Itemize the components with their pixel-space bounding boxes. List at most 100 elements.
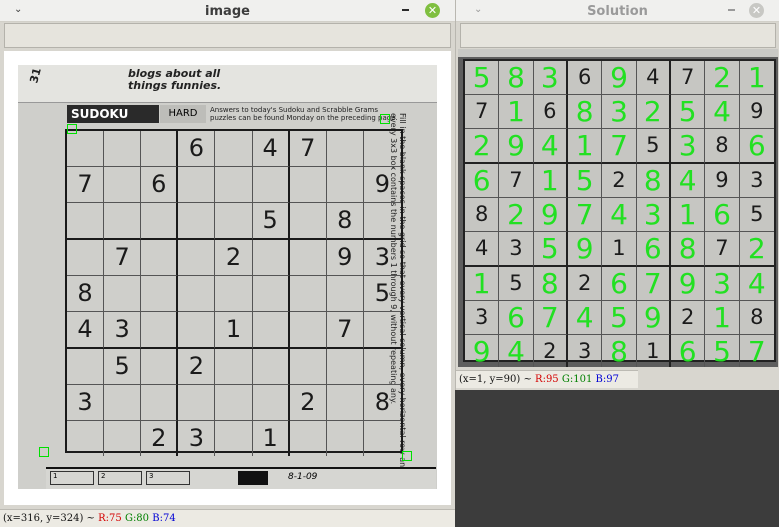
solved-digit: 5 <box>602 301 637 335</box>
sudoku-cell: 3 <box>67 385 105 421</box>
minimize-icon[interactable] <box>402 9 409 11</box>
sudoku-cell <box>178 167 216 203</box>
sudoku-cell <box>104 276 142 312</box>
status-coords: (x=1, y=90) ~ <box>459 374 532 385</box>
solved-digit: 2 <box>636 95 671 129</box>
sudoku-cell <box>252 167 290 203</box>
sudoku-cell: 1 <box>253 421 290 456</box>
sudoku-cell <box>178 240 216 276</box>
sudoku-cell <box>178 203 216 240</box>
sudoku-cell <box>363 131 401 167</box>
solved-digit: 8 <box>499 61 534 95</box>
solution-image[interactable]: 5836947217168325492941753866715284938297… <box>458 49 778 367</box>
solution-window: ⌄ Solution ✕ 583694721716832549294175386… <box>455 0 779 390</box>
sudoku-cell <box>363 312 401 349</box>
given-digit: 5 <box>499 267 534 301</box>
given-digit: 1 <box>637 335 671 367</box>
given-digit: 9 <box>705 164 740 198</box>
given-digit: 2 <box>567 267 603 301</box>
solved-digit: 7 <box>747 335 766 367</box>
sudoku-cell: 3 <box>363 240 401 276</box>
solution-titlebar[interactable]: ⌄ Solution ✕ <box>456 0 779 22</box>
strip-date: 8-1-09 <box>288 472 318 482</box>
solved-digit: 7 <box>602 129 637 164</box>
sudoku-cell: 3 <box>104 312 142 349</box>
sudoku-cell: 2 <box>141 421 179 456</box>
minimize-icon[interactable] <box>728 9 735 11</box>
given-digit: 2 <box>670 301 706 335</box>
newspaper-photo[interactable]: 31 blogs about all things funnies. SUDOK… <box>18 65 437 489</box>
sudoku-cell <box>141 203 179 240</box>
solved-digit: 3 <box>636 198 671 232</box>
close-icon[interactable]: ✕ <box>425 3 440 18</box>
status-blue: B:97 <box>595 374 619 385</box>
solved-digit: 3 <box>533 61 568 95</box>
close-icon[interactable]: ✕ <box>749 3 764 18</box>
sudoku-cell: 6 <box>141 167 179 203</box>
given-digit: 7 <box>465 95 500 129</box>
given-digit: 3 <box>739 164 774 198</box>
solved-digit: 4 <box>739 267 774 301</box>
sudoku-cell <box>141 312 179 349</box>
solved-digit: 6 <box>671 335 706 367</box>
sudoku-cell <box>67 131 105 167</box>
status-blue: B:74 <box>152 513 176 524</box>
given-digit: 5 <box>739 198 774 232</box>
bottom-strip: 1 2 3 8-1-09 <box>46 467 436 489</box>
solved-digit: 2 <box>499 198 534 232</box>
sudoku-cell: 8 <box>67 276 105 312</box>
sudoku-cell: 7 <box>104 240 142 276</box>
solved-digit: 5 <box>567 164 603 198</box>
image-titlebar[interactable]: ⌄ image ✕ <box>0 0 455 22</box>
solved-digit: 8 <box>670 232 706 267</box>
sudoku-cell <box>252 240 290 276</box>
strip-dark-box <box>238 471 268 485</box>
sudoku-cell <box>252 349 290 385</box>
sudoku-cell <box>289 167 327 203</box>
strip-box: 2 <box>98 471 142 485</box>
sudoku-cell <box>178 276 216 312</box>
given-digit: 1 <box>602 232 637 267</box>
strip-box: 1 <box>50 471 94 485</box>
solved-digit: 1 <box>533 164 568 198</box>
solved-digit: 9 <box>533 198 568 232</box>
solved-digit: 9 <box>567 232 603 267</box>
sudoku-cell: 7 <box>289 131 327 167</box>
sudoku-cell <box>363 203 401 240</box>
sudoku-cell <box>141 276 179 312</box>
sudoku-cell <box>215 349 253 385</box>
solved-digit: 9 <box>670 267 706 301</box>
corner-number: 31 <box>27 66 44 85</box>
solved-digit: 8 <box>567 95 603 129</box>
solved-digit: 6 <box>705 198 740 232</box>
sudoku-cell <box>215 131 253 167</box>
sudoku-cell <box>289 312 327 349</box>
sudoku-cell: 9 <box>363 167 401 203</box>
sudoku-cell: 8 <box>363 385 401 421</box>
sudoku-cell <box>215 421 253 456</box>
solved-digit: 3 <box>602 95 637 129</box>
given-digit: 7 <box>499 164 534 198</box>
solved-digit: 1 <box>705 301 740 335</box>
sudoku-cell <box>104 167 142 203</box>
sudoku-cell: 2 <box>289 385 327 421</box>
solved-digit: 8 <box>533 267 568 301</box>
image-toolbar <box>4 23 451 48</box>
sudoku-cell <box>252 312 290 349</box>
window-title: image <box>205 4 250 19</box>
sudoku-cell: 4 <box>67 312 105 349</box>
solved-digit: 1 <box>567 129 603 164</box>
solved-digit: 1 <box>499 95 534 129</box>
solved-digit: 5 <box>465 61 500 95</box>
solved-digit: 7 <box>636 267 671 301</box>
solved-digit: 5 <box>533 232 568 267</box>
sudoku-cell <box>364 421 401 456</box>
status-red: R:95 <box>535 374 559 385</box>
sudoku-cell <box>141 349 179 385</box>
sudoku-cell <box>326 167 364 203</box>
sudoku-header: SUDOKU <box>67 105 159 123</box>
sudoku-cell <box>289 203 327 240</box>
sudoku-cell <box>215 385 253 421</box>
difficulty-label: HARD <box>160 105 206 123</box>
solved-digit: 6 <box>739 129 774 164</box>
